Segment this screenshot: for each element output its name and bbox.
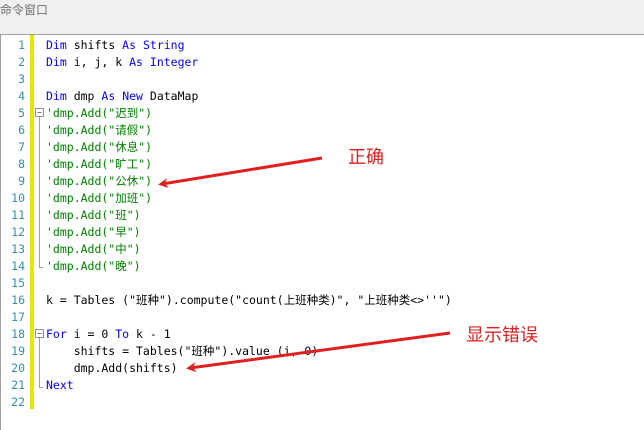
line-number: 18 [11, 327, 25, 341]
comment-token: 'dmp.Add("迟到") [46, 106, 153, 120]
comment-token: 'dmp.Add("加班") [46, 191, 153, 205]
code-line[interactable]: 'dmp.Add("迟到") [46, 105, 152, 122]
fold-collapse-icon[interactable]: − [35, 108, 44, 117]
code-token: i = 0 [66, 327, 116, 341]
fold-collapse-icon[interactable]: − [35, 329, 44, 338]
command-window: 命令窗口 1 2 3 4 5 6 7 8 9 10 11 12 13 14 15 16 17 18 19 20 21 22… [0, 0, 644, 430]
line-number: 17 [11, 310, 25, 324]
line-number: 19 [11, 344, 25, 358]
line-number: 10 [11, 191, 25, 205]
code-token: shifts [66, 38, 123, 52]
keyword-token: Integer [149, 55, 199, 69]
line-number: 4 [18, 89, 25, 103]
comment-token: 'dmp.Add("公休") [46, 174, 153, 188]
keyword-token: String [142, 38, 185, 52]
line-number: 11 [11, 208, 25, 222]
fold-guide-end [39, 387, 43, 388]
comment-token: 'dmp.Add("请假") [46, 123, 153, 137]
line-number: 9 [18, 174, 25, 188]
keyword-token: Dim [46, 38, 67, 52]
line-number: 2 [18, 55, 25, 69]
line-number: 7 [18, 140, 25, 154]
line-number-gutter: 1 2 3 4 5 6 7 8 9 10 11 12 13 14 15 16 17 18 19 20 21 22 [1, 35, 29, 430]
fold-guide-line [39, 117, 40, 267]
window-title: 命令窗口 [0, 3, 49, 17]
code-line[interactable]: Dim shifts As String [46, 37, 185, 54]
keyword-token: As [122, 38, 137, 52]
line-number: 8 [18, 157, 25, 171]
code-line[interactable]: Dim dmp As New DataMap [46, 88, 198, 105]
line-number: 14 [11, 259, 25, 273]
code-line[interactable]: 'dmp.Add("班") [46, 207, 141, 224]
code-line[interactable]: 'dmp.Add("旷工") [46, 156, 152, 173]
keyword-token: New [122, 89, 143, 103]
code-line[interactable]: For i = 0 To k - 1 [46, 326, 171, 343]
code-token: i, j, k [66, 55, 130, 69]
annotation-error: 显示错误 [466, 325, 538, 346]
code-line[interactable]: 'dmp.Add("晚") [46, 258, 141, 275]
code-token: DataMap [142, 89, 199, 103]
line-number: 6 [18, 123, 25, 137]
code-line[interactable]: 'dmp.Add("早") [46, 224, 141, 241]
line-number: 15 [11, 276, 25, 290]
code-line[interactable]: 'dmp.Add("加班") [46, 190, 152, 207]
code-line[interactable]: shifts = Tables("班种").value (i, 0) [46, 343, 319, 360]
keyword-token: Dim [46, 55, 67, 69]
line-number: 5 [18, 106, 25, 120]
code-editor[interactable]: 1 2 3 4 5 6 7 8 9 10 11 12 13 14 15 16 17 18 19 20 21 22 − − … [0, 34, 644, 430]
keyword-token: As [101, 89, 116, 103]
comment-token: 'dmp.Add("中") [46, 242, 141, 256]
fold-guide-end [39, 267, 43, 268]
line-number: 13 [11, 242, 25, 256]
keyword-token: To [115, 327, 130, 341]
line-number: 21 [11, 378, 25, 392]
line-number: 22 [11, 395, 25, 409]
line-number: 12 [11, 225, 25, 239]
code-line[interactable]: k = Tables ("班种").compute("count(上班种类)",… [46, 292, 452, 309]
code-line[interactable]: Next [46, 377, 74, 394]
fold-margin: − − [34, 35, 44, 430]
line-number: 20 [11, 361, 25, 375]
code-line[interactable]: 'dmp.Add("公休") [46, 173, 152, 190]
keyword-token: Dim [46, 89, 67, 103]
keyword-token: As [129, 55, 143, 69]
code-token: dmp.Add(shifts) [46, 361, 178, 375]
code-line[interactable]: dmp.Add(shifts) [46, 360, 178, 377]
code-line[interactable]: 'dmp.Add("中") [46, 241, 141, 258]
line-number: 1 [18, 38, 25, 52]
comment-token: 'dmp.Add("早") [46, 225, 141, 239]
keyword-token: Next [46, 378, 74, 392]
keyword-token: For [46, 327, 67, 341]
code-line[interactable]: 'dmp.Add("休息") [46, 139, 152, 156]
code-token: dmp [66, 89, 102, 103]
code-token: k = Tables ("班种").compute("count(上班种类)",… [46, 293, 452, 307]
line-number: 3 [18, 72, 25, 86]
code-line[interactable]: Dim i, j, k As Integer [46, 54, 198, 71]
code-token: shifts = Tables("班种").value (i, 0) [46, 344, 319, 358]
code-line[interactable]: 'dmp.Add("请假") [46, 122, 152, 139]
comment-token: 'dmp.Add("休息") [46, 140, 153, 154]
fold-guide-line [39, 338, 40, 387]
code-token: k - 1 [129, 327, 171, 341]
annotation-correct: 正确 [348, 147, 384, 168]
line-number: 16 [11, 293, 25, 307]
comment-token: 'dmp.Add("旷工") [46, 157, 153, 171]
comment-token: 'dmp.Add("班") [46, 208, 141, 222]
comment-token: 'dmp.Add("晚") [46, 259, 141, 273]
